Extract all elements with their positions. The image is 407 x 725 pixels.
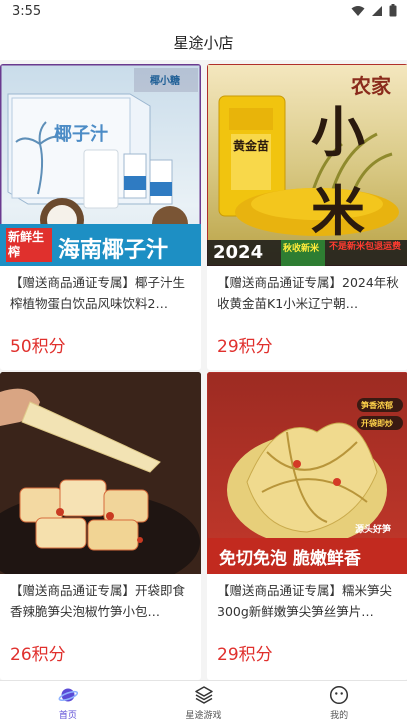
status-bar: 3:55 <box>0 0 407 24</box>
nav-label: 首页 <box>58 711 77 721</box>
brand-label: 椰小糖 <box>150 76 180 87</box>
year-text: 2024 <box>213 242 264 263</box>
signal-icon <box>372 5 382 16</box>
layers-icon <box>194 686 213 704</box>
big-text: 小米 <box>311 101 369 243</box>
wifi-icon <box>351 5 365 16</box>
product-price: 29积分 <box>217 337 273 357</box>
product-card[interactable]: 笋香浓郁 开袋即炒 源头好笋 免切免泡 脆嫩鲜香 【赠送商品通证专属】糯米笋尖3… <box>207 372 407 680</box>
badge-text: 笋香浓郁 <box>361 401 393 410</box>
product-card[interactable]: 农家 小米 黄金苗 2024 秋收新米 不是新米包退运费 【赠送商品通证专属】2… <box>207 64 407 370</box>
smiley-icon <box>330 685 349 705</box>
product-image[interactable]: 笋香浓郁 开袋即炒 源头好笋 免切免泡 脆嫩鲜香 <box>207 372 407 574</box>
product-card[interactable]: 椰小糖 椰子汁 新鲜生榨 海南椰子汁 【赠送商品通证专属】椰子汁生榨植物蛋白饮品… <box>0 64 201 370</box>
product-price: 50积分 <box>10 337 66 357</box>
nav-item-home[interactable]: 首页 <box>0 681 136 725</box>
product-title[interactable]: 【赠送商品通证专属】糯米笋尖300g新鲜嫩笋尖笋丝笋片… <box>207 574 407 628</box>
page-title: 星途小店 <box>173 33 234 52</box>
product-title[interactable]: 【赠送商品通证专属】开袋即食香辣脆笋尖泡椒竹笋小包… <box>0 574 201 628</box>
nav-label: 我的 <box>330 711 349 721</box>
title-bar: 星途小店 <box>0 24 407 60</box>
new-harvest-tag: 秋收新米 <box>283 244 320 254</box>
product-image[interactable]: 椰小糖 椰子汁 新鲜生榨 海南椰子汁 <box>0 64 201 266</box>
product-title[interactable]: 【赠送商品通证专属】2024年秋收黄金苗K1小米辽宁朝… <box>207 266 407 320</box>
guarantee-text: 不是新米包退运费 <box>329 242 402 252</box>
battery-icon <box>389 4 397 17</box>
product-image[interactable]: 农家 小米 黄金苗 2024 秋收新米 不是新米包退运费 <box>207 64 407 266</box>
banner-text: 免切免泡 脆嫩鲜香 <box>219 549 361 569</box>
planet-icon <box>58 688 78 702</box>
nav-item-games[interactable]: 星途游戏 <box>136 681 272 725</box>
nav-label: 星途游戏 <box>185 711 222 721</box>
fresh-tag: 新鲜生榨 <box>8 230 45 259</box>
status-time: 3:55 <box>12 4 42 19</box>
product-image[interactable] <box>0 372 201 574</box>
product-price: 26积分 <box>10 645 66 665</box>
nav-item-mine[interactable]: 我的 <box>271 681 407 725</box>
product-price: 29积分 <box>217 645 273 665</box>
status-icons <box>351 4 397 17</box>
bottom-nav: 首页 星途游戏 我的 <box>0 680 407 725</box>
product-name-text: 椰子汁 <box>54 124 108 145</box>
badge-text: 开袋即炒 <box>361 419 393 428</box>
product-title[interactable]: 【赠送商品通证专属】椰子汁生榨植物蛋白饮品风味饮料2… <box>0 266 201 320</box>
bag-label: 黄金苗 <box>233 139 270 153</box>
product-grid: 椰小糖 椰子汁 新鲜生榨 海南椰子汁 【赠送商品通证专属】椰子汁生榨植物蛋白饮品… <box>0 60 407 680</box>
banner-text: 海南椰子汁 <box>58 238 169 263</box>
product-card[interactable]: 【赠送商品通证专属】开袋即食香辣脆笋尖泡椒竹笋小包… 26积分 <box>0 372 201 680</box>
caption-text: 源头好笋 <box>355 525 392 535</box>
